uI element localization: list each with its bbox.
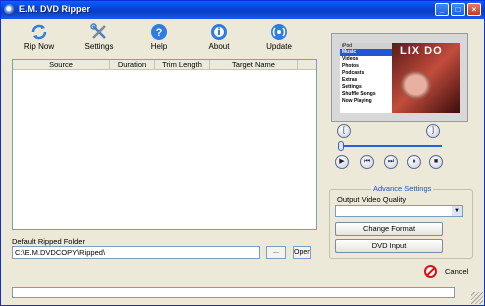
previous-button[interactable]: ⏮ (360, 155, 374, 169)
cancel-button[interactable]: Cancel (424, 264, 474, 280)
window-title: E.M. DVD Ripper (19, 4, 91, 14)
help-label: Help (150, 42, 168, 51)
help-button[interactable]: ? Help (134, 23, 184, 53)
next-button[interactable]: ⏭ (384, 155, 398, 169)
resize-grip[interactable] (471, 292, 483, 304)
title-bar[interactable]: E.M. DVD Ripper _ □ × (1, 1, 484, 19)
ipod-menu-item: Podcasts (342, 70, 365, 76)
column-source[interactable]: Source (13, 60, 110, 70)
ipod-menu-item: Now Playing (342, 98, 372, 104)
album-art-text: LIX DO (400, 45, 443, 57)
rip-now-button[interactable]: Rip Now (14, 23, 64, 53)
settings-button[interactable]: Settings (74, 23, 124, 53)
ipod-menu-item: Shuffle Songs (342, 91, 376, 97)
preview-screen: iPod Music Videos Photos Podcasts Extras… (340, 43, 460, 113)
dvd-input-button[interactable]: DVD Input (335, 239, 443, 253)
update-label: Update (266, 42, 292, 51)
mark-in-button[interactable]: [ (337, 124, 351, 138)
rip-now-label: Rip Now (23, 42, 55, 51)
source-list[interactable]: Source Duration Trim Length Target Name (12, 59, 317, 230)
svg-text:?: ? (156, 27, 163, 39)
quality-select[interactable]: ▼ (335, 205, 463, 217)
browse-button[interactable]: ... (266, 246, 286, 259)
quality-label: Output Video Quality (337, 195, 407, 204)
close-button[interactable]: × (467, 3, 481, 16)
minimize-button[interactable]: _ (435, 3, 449, 16)
ipod-menu-item: Extras (342, 77, 358, 83)
open-button[interactable]: Open (293, 246, 311, 259)
pause-button[interactable]: ⏸ (407, 155, 421, 169)
mark-out-button[interactable]: ] (426, 124, 440, 138)
ipod-menu-item: Photos (342, 63, 359, 69)
chevron-down-icon[interactable]: ▼ (452, 206, 462, 216)
maximize-button[interactable]: □ (451, 3, 465, 16)
play-button[interactable]: ▶ (335, 155, 349, 169)
folder-label: Default Ripped Folder (12, 237, 85, 246)
seek-bar[interactable] (338, 145, 442, 147)
advance-settings-title: Advance Settings (371, 184, 434, 193)
progress-bar (12, 287, 455, 298)
change-format-button[interactable]: Change Format (335, 222, 443, 236)
folder-path-input[interactable] (12, 246, 260, 259)
ipod-menu-item: Videos (342, 56, 359, 62)
help-icon: ? (151, 24, 167, 40)
list-header: Source Duration Trim Length Target Name (13, 60, 316, 70)
column-trim-length[interactable]: Trim Length (155, 60, 210, 70)
cancel-icon (424, 265, 437, 278)
refresh-icon (31, 24, 47, 40)
about-button[interactable]: About (194, 23, 244, 53)
ipod-menu-item: Music (340, 49, 392, 56)
info-icon (211, 24, 227, 40)
tools-icon (90, 23, 106, 39)
column-target-name[interactable]: Target Name (210, 60, 298, 70)
update-button[interactable]: Update (254, 23, 304, 53)
stop-button[interactable]: ■ (429, 155, 443, 169)
app-icon (4, 4, 16, 16)
ipod-menu-item: Settings (342, 84, 362, 90)
seek-handle[interactable] (338, 141, 344, 151)
app-window: E.M. DVD Ripper _ □ × Rip Now Settings ?… (0, 0, 485, 306)
about-label: About (208, 42, 230, 51)
column-duration[interactable]: Duration (110, 60, 155, 70)
settings-label: Settings (84, 42, 114, 51)
cancel-label: Cancel (445, 267, 469, 276)
preview-panel: iPod Music Videos Photos Podcasts Extras… (331, 33, 468, 122)
update-icon (271, 24, 287, 40)
ipod-menu: iPod Music Videos Photos Podcasts Extras… (340, 43, 392, 113)
